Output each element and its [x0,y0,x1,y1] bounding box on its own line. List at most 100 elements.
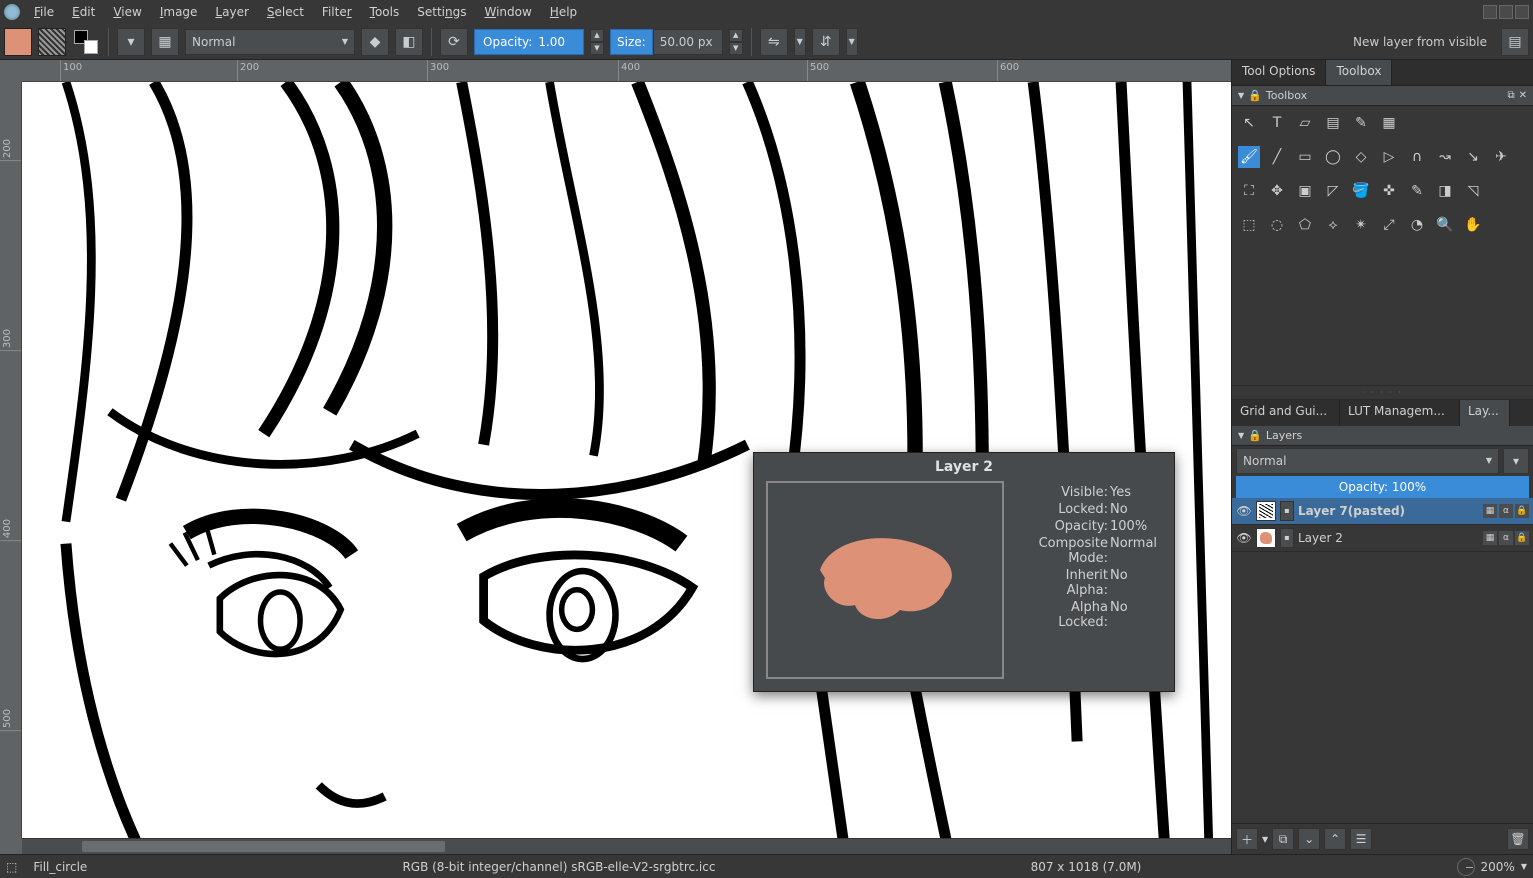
zoom-level[interactable]: 200% [1481,860,1515,874]
rotation-dial[interactable] [1457,858,1475,876]
layer-name[interactable]: Layer 7(pasted) [1298,504,1479,518]
ellipse-select-tool[interactable]: ◌ [1266,214,1288,236]
text-tool[interactable]: T [1266,112,1288,134]
contiguous-select-tool[interactable]: ✴ [1350,214,1372,236]
crop-tool[interactable]: ⛶ [1238,180,1260,202]
mirror-v-dropdown[interactable]: ▼ [846,28,858,56]
pan-tool[interactable]: ✋ [1462,214,1484,236]
menu-settings[interactable]: Settings [409,3,474,21]
alpha-lock-button[interactable]: ▦ [151,28,179,56]
menu-layer[interactable]: Layer [207,3,256,21]
size-field[interactable]: Size: 50.00 px [610,29,723,55]
layer-row[interactable]: 👁 ▪ Layer 7(pasted) ▦ α 🔒 [1232,498,1533,525]
opacity-field[interactable]: Opacity: 1.00 [474,29,584,55]
ellipse-tool[interactable]: ◯ [1322,146,1344,168]
polygon-tool[interactable]: ◇ [1350,146,1372,168]
blend-mode-combo[interactable]: Normal ▼ [185,29,355,55]
lock-icon[interactable]: 🔒 [1515,504,1529,518]
layers-header[interactable]: ▼ 🔒 Layers [1232,426,1533,446]
layer-mask-icon[interactable]: ▪ [1280,528,1294,548]
bezier-tool[interactable]: ∩ [1406,146,1428,168]
tab-toolbox[interactable]: Toolbox [1326,60,1392,85]
minimize-button[interactable] [1483,5,1497,19]
bezier-select-tool[interactable]: ◔ [1406,214,1428,236]
gradient-tool[interactable]: ◨ [1434,180,1456,202]
mirror-v-button[interactable]: ⇵ [812,28,840,56]
move-up-button[interactable]: ⌃ [1324,828,1346,850]
layer-filter-button[interactable]: ▾ [1503,448,1529,474]
edit-shapes-tool[interactable]: ▱ [1294,112,1316,134]
preserve-alpha-button[interactable]: ◧ [395,28,423,56]
zoom-dropdown-icon[interactable]: ▼ [1521,862,1527,871]
maximize-button[interactable] [1499,5,1513,19]
picker-tool[interactable]: ✜ [1378,180,1400,202]
pattern-swatch[interactable] [38,28,66,56]
float-icon[interactable]: ⧉ [1507,90,1514,101]
layer-mask-icon[interactable]: ▪ [1280,501,1294,521]
smart-fill-tool[interactable]: ✎ [1406,180,1428,202]
rotate-reset-button[interactable]: ⟳ [440,28,468,56]
layer-opacity-slider[interactable]: Opacity: 100% [1236,476,1529,498]
ruler-horizontal[interactable]: 100 200 300 400 500 600 [22,60,1231,82]
visibility-toggle[interactable]: 👁 [1236,531,1252,545]
layer-thumbnail[interactable] [1256,528,1276,548]
pattern-tool[interactable]: ▦ [1378,112,1400,134]
workspace-chooser-button[interactable]: ▤ [1501,28,1529,56]
pencil-tool[interactable]: ✎ [1350,112,1372,134]
panel-resizer[interactable]: · · · · · [1232,385,1533,400]
menu-select[interactable]: Select [259,3,312,21]
zoom-tool[interactable]: 🔍 [1434,214,1456,236]
lasso-select-tool[interactable]: ⟡ [1322,214,1344,236]
mirror-h-button[interactable]: ⇋ [760,28,788,56]
brush-tool[interactable]: 🖌 [1238,146,1260,168]
menu-view[interactable]: View [105,3,149,21]
duplicate-layer-button[interactable]: ⧉ [1272,828,1294,850]
layer-name[interactable]: Layer 2 [1298,531,1479,545]
alpha-lock-icon[interactable]: α [1499,504,1513,518]
reload-preset-button[interactable]: ◆ [361,28,389,56]
multibrush-tool[interactable]: ✈ [1490,146,1512,168]
eraser-mode-button[interactable]: ▾ [117,28,145,56]
layer-thumbnail[interactable] [1256,501,1276,521]
visibility-toggle[interactable]: 👁 [1236,504,1252,518]
layer-blend-combo[interactable]: Normal ▼ [1236,448,1499,474]
menu-filter[interactable]: Filter [314,3,360,21]
close-icon[interactable]: ✕ [1519,90,1527,101]
toolbox-header[interactable]: ▼ 🔒 Toolbox ⧉✕ [1232,86,1533,106]
fg-bg-color[interactable] [72,28,100,56]
brush-preset-swatch[interactable] [4,28,32,56]
tab-layers[interactable]: Lay... [1460,400,1510,426]
delete-layer-button[interactable]: 🗑 [1507,828,1529,850]
ruler-vertical[interactable]: 200 300 400 500 [0,82,22,838]
rect-select-tool[interactable]: ⬚ [1238,214,1260,236]
mirror-h-dropdown[interactable]: ▼ [794,28,806,56]
layer-row[interactable]: 👁 ▪ Layer 2 ▦ α 🔒 [1232,525,1533,552]
inherit-alpha-icon[interactable]: ▦ [1483,531,1497,545]
inherit-alpha-icon[interactable]: ▦ [1483,504,1497,518]
menu-file[interactable]: File [26,3,62,21]
layer-properties-button[interactable]: ☰ [1350,828,1372,850]
freehand-path-tool[interactable]: ↝ [1434,146,1456,168]
tab-tool-options[interactable]: Tool Options [1232,60,1326,85]
tab-lut[interactable]: LUT Managem... [1340,400,1460,426]
menu-edit[interactable]: Edit [64,3,103,21]
menu-window[interactable]: Window [476,3,539,21]
fill-tool[interactable]: 🪣 [1350,180,1372,202]
rect-tool[interactable]: ▭ [1294,146,1316,168]
scrollbar-horizontal[interactable] [22,838,1231,854]
similar-select-tool[interactable]: ⤢ [1378,214,1400,236]
dropdown-icon[interactable]: ▼ [1262,835,1268,844]
dyna-tool[interactable]: ↘ [1462,146,1484,168]
menu-image[interactable]: Image [152,3,206,21]
polygon-select-tool[interactable]: ⬠ [1294,214,1316,236]
menu-help[interactable]: Help [542,3,585,21]
menu-tools[interactable]: Tools [362,3,408,21]
measure-tool[interactable]: ◹ [1462,180,1484,202]
close-button[interactable] [1515,5,1529,19]
add-layer-button[interactable]: ＋ [1236,828,1258,850]
size-spinner[interactable]: ▲▼ [729,29,743,55]
lock-icon[interactable]: 🔒 [1515,531,1529,545]
calligraphy-tool[interactable]: ▤ [1322,112,1344,134]
scrollbar-thumb[interactable] [82,841,445,852]
move-tool[interactable]: ✥ [1266,180,1288,202]
